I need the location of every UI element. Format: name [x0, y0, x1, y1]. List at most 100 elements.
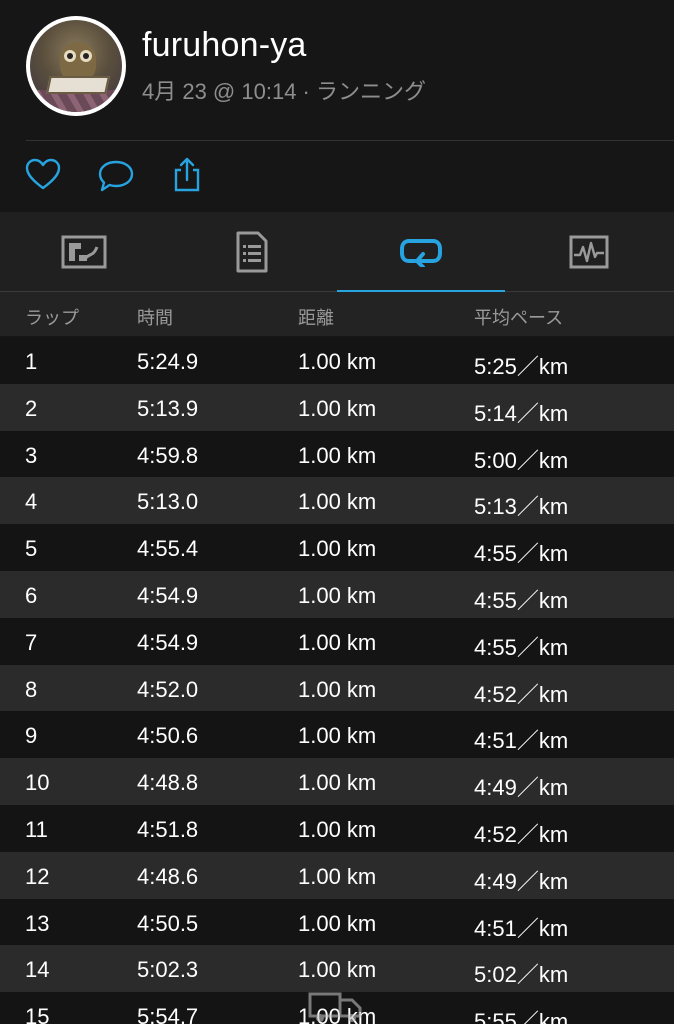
lap-number: 10	[25, 770, 50, 796]
details-icon	[236, 231, 268, 273]
lap-time: 5:13.9	[137, 395, 199, 421]
laps-icon	[400, 239, 442, 267]
lap-distance: 1.00 km	[298, 629, 377, 655]
avatar-image	[30, 20, 122, 112]
lap-distance: 1.00 km	[298, 910, 377, 936]
lap-distance: 1.00 km	[298, 583, 377, 608]
lap-number: 1	[25, 349, 38, 374]
header-distance: 距離	[298, 308, 334, 328]
lap-number: 11	[25, 817, 48, 842]
activity-meta: 4月 23 @ 10:14 · ランニング	[142, 79, 426, 104]
lap-distance: 1.00 km	[298, 863, 377, 889]
lap-time: 4:52.0	[137, 676, 199, 702]
header-lap: ラップ	[25, 308, 79, 328]
lap-time: 4:48.8	[137, 770, 199, 796]
like-button[interactable]	[24, 156, 64, 196]
lap-distance: 1.00 km	[298, 395, 377, 421]
table-row[interactable]: 7 4:54.9 1.00 km 4:55／km	[0, 617, 674, 665]
table-row[interactable]: 14 5:02.3 1.00 km 5:02／km	[0, 945, 674, 993]
lap-pace: 5:02／km	[474, 962, 569, 988]
comment-button[interactable]	[96, 156, 136, 196]
lap-distance: 1.00 km	[298, 817, 377, 842]
lap-pace: 5:25／km	[474, 354, 569, 379]
table-row[interactable]: 2 5:13.9 1.00 km 5:14／km	[0, 383, 674, 431]
lap-number: 12	[25, 863, 50, 889]
header-time: 時間	[137, 308, 173, 328]
lap-distance: 1.00 km	[298, 723, 377, 749]
lap-distance: 1.00 km	[298, 489, 377, 515]
tab-details[interactable]	[168, 212, 336, 292]
tab-map[interactable]	[0, 212, 168, 292]
comment-icon	[98, 160, 134, 192]
lap-pace: 5:00／km	[474, 447, 569, 473]
lap-number: 9	[25, 723, 38, 749]
lap-distance: 1.00 km	[298, 536, 377, 562]
tab-laps[interactable]	[337, 212, 505, 293]
lap-pace: 5:14／km	[474, 400, 569, 426]
username[interactable]: furuhon-ya	[142, 26, 307, 65]
lap-number: 13	[25, 910, 50, 936]
lap-distance: 1.00 km	[298, 349, 377, 374]
table-row[interactable]: 8 4:52.0 1.00 km 4:52／km	[0, 664, 674, 712]
lap-distance: 1.00 km	[298, 676, 377, 702]
lap-number: 14	[25, 957, 50, 983]
lap-time: 4:48.6	[137, 863, 199, 889]
lap-time: 5:54.7	[137, 1004, 199, 1024]
table-row[interactable]: 12 4:48.6 1.00 km 4:49／km	[0, 851, 674, 899]
header-avg-pace: 平均ペース	[474, 308, 564, 328]
lap-time: 4:51.8	[137, 817, 199, 842]
lap-number: 4	[25, 489, 38, 515]
lap-time: 5:13.0	[137, 489, 199, 515]
table-row[interactable]: 11 4:51.8 1.00 km 4:52／km	[0, 805, 674, 852]
lap-number: 5	[25, 536, 38, 562]
table-header: ラップ 時間 距離 平均ペース	[0, 292, 674, 336]
lap-time: 4:55.4	[137, 536, 199, 562]
divider	[26, 140, 674, 141]
lap-pace: 4:55／km	[474, 588, 569, 613]
avatar[interactable]	[26, 16, 126, 116]
lap-time: 4:50.5	[137, 910, 199, 936]
table-row[interactable]: 10 4:48.8 1.00 km 4:49／km	[0, 758, 674, 805]
lap-pace: 4:52／km	[474, 822, 569, 847]
map-icon	[61, 235, 107, 269]
lap-distance: 1.00 km	[298, 957, 377, 983]
lap-number: 3	[25, 442, 38, 468]
lap-pace: 4:51／km	[474, 728, 569, 754]
chart-icon	[569, 235, 609, 269]
tab-chart[interactable]	[505, 212, 673, 292]
lap-number: 6	[25, 583, 38, 608]
lap-number: 2	[25, 395, 38, 421]
lap-time: 4:50.6	[137, 723, 199, 749]
table-row[interactable]: 4 5:13.0 1.00 km 5:13／km	[0, 477, 674, 525]
lap-pace: 4:49／km	[474, 868, 569, 894]
lap-pace: 4:55／km	[474, 541, 569, 567]
table-row[interactable]: 6 4:54.9 1.00 km 4:55／km	[0, 571, 674, 618]
lap-pace: 5:13／km	[474, 494, 569, 520]
lap-pace: 4:51／km	[474, 915, 569, 941]
lap-time: 4:54.9	[137, 629, 199, 655]
table-row[interactable]: 9 4:50.6 1.00 km 4:51／km	[0, 711, 674, 759]
lap-number: 15	[25, 1004, 50, 1024]
lap-number: 7	[25, 629, 38, 655]
lap-pace: 5:55／km	[474, 1009, 569, 1024]
table-row[interactable]: 1 5:24.9 1.00 km 5:25／km	[0, 337, 674, 384]
share-button[interactable]	[168, 156, 208, 196]
table-row[interactable]: 3 4:59.8 1.00 km 5:00／km	[0, 430, 674, 478]
lap-pace: 4:55／km	[474, 634, 569, 660]
share-icon	[174, 157, 200, 192]
lap-distance: 1.00 km	[298, 442, 377, 468]
lap-time: 5:02.3	[137, 957, 199, 983]
lap-distance: 1.00 km	[298, 770, 377, 796]
lap-pace: 4:52／km	[474, 681, 569, 707]
lap-time: 4:59.8	[137, 442, 199, 468]
lap-number: 8	[25, 676, 38, 702]
truck-icon	[308, 992, 362, 1022]
table-row[interactable]: 13 4:50.5 1.00 km 4:51／km	[0, 898, 674, 946]
lap-time: 5:24.9	[137, 349, 199, 374]
table-row[interactable]: 5 4:55.4 1.00 km 4:55／km	[0, 524, 674, 571]
heart-icon	[25, 158, 61, 190]
lap-pace: 4:49／km	[474, 775, 569, 801]
activity-header: furuhon-ya 4月 23 @ 10:14 · ランニング	[0, 0, 674, 212]
tab-bar	[0, 212, 674, 293]
lap-time: 4:54.9	[137, 583, 199, 608]
